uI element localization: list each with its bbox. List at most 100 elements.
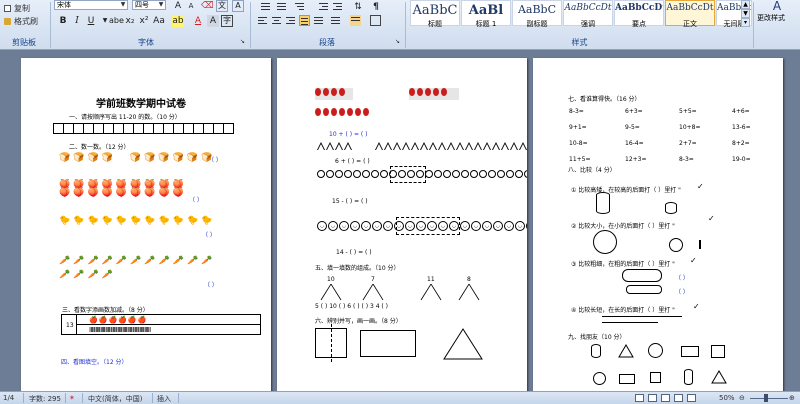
style-normal[interactable]: AaBbCcDt 正文 <box>665 0 715 28</box>
font-size-select[interactable]: 四号 ▼ <box>132 0 166 10</box>
calc-cell[interactable]: 8+2= <box>732 140 750 147</box>
dialog-launcher-icon[interactable]: ↘ <box>393 37 402 46</box>
calc-cell[interactable]: 8-3= <box>569 108 584 115</box>
calc-cell[interactable]: 2+7= <box>679 140 697 147</box>
strikethrough-icon[interactable]: abe <box>109 15 124 27</box>
zoom-level[interactable]: 50% <box>719 394 735 402</box>
answer-bracket[interactable]: （ ） <box>675 287 689 296</box>
full-screen-reading-icon[interactable] <box>648 394 657 402</box>
clear-format-icon[interactable]: ⌫ <box>201 0 214 12</box>
calc-cell[interactable]: 11+5= <box>569 156 591 163</box>
phonetic-guide-icon[interactable]: 文 <box>216 0 228 12</box>
calc-cell[interactable]: 9+1= <box>569 124 587 131</box>
question-4: 四、看图填空。（12 分） <box>61 359 128 366</box>
document-area[interactable]: 学前班数学期中试卷 一、请按顺序写出 11-20 的数。（10 分） 二、数一数… <box>0 50 800 391</box>
change-case-icon[interactable]: Aa <box>153 15 165 27</box>
multilevel-list-icon[interactable] <box>294 1 305 12</box>
grow-font-icon[interactable]: A <box>172 0 184 12</box>
font-color-icon[interactable]: A <box>192 15 204 27</box>
zoom-slider-thumb[interactable] <box>764 394 768 402</box>
format-painter-button[interactable]: 格式刷 <box>4 16 38 27</box>
answer-bracket[interactable]: （ ） <box>202 230 216 239</box>
calc-cell[interactable]: 19-0= <box>732 156 751 163</box>
increase-indent-icon[interactable] <box>332 1 343 12</box>
dialog-launcher-icon[interactable]: ↘ <box>238 37 247 46</box>
styles-scroll-up[interactable]: ▲ <box>741 0 750 9</box>
shrink-font-icon[interactable]: A <box>185 0 197 12</box>
style-subtitle[interactable]: AaBbC 副标题 <box>512 0 562 28</box>
rectangle-shape <box>681 346 699 357</box>
style-title[interactable]: AaBbC 标题 <box>410 0 460 28</box>
equation-row-3[interactable]: 15 - ( ) = ( ) <box>332 198 368 205</box>
show-marks-icon[interactable]: ¶ <box>370 1 382 13</box>
language-indicator[interactable]: 中文(简体，中国) <box>88 394 142 404</box>
justify-icon[interactable] <box>299 15 310 26</box>
align-left-icon[interactable] <box>257 15 268 26</box>
calc-cell[interactable]: 10+8= <box>679 124 701 131</box>
style-strong[interactable]: AaBbCcDt 要点 <box>614 0 664 28</box>
calc-cell[interactable]: 16-4= <box>625 140 644 147</box>
change-styles-icon[interactable]: A <box>770 0 784 12</box>
insert-mode[interactable]: 插入 <box>157 394 171 404</box>
equation-row-2[interactable]: 6 + ( ) = ( ) <box>335 158 370 165</box>
print-layout-icon[interactable] <box>635 394 644 402</box>
zoom-in-icon[interactable]: ⊕ <box>789 394 795 402</box>
highlight-icon[interactable]: ab <box>172 15 184 27</box>
bold-icon[interactable]: B <box>57 15 69 27</box>
styles-scroll-down[interactable]: ▼ <box>741 9 750 18</box>
page-1[interactable]: 学前班数学期中试卷 一、请按顺序写出 11-20 的数。（10 分） 二、数一数… <box>21 58 271 391</box>
align-center-icon[interactable] <box>271 15 282 26</box>
outline-view-icon[interactable] <box>674 394 683 402</box>
calc-cell[interactable]: 8-3= <box>679 156 694 163</box>
answer-bracket[interactable]: （ ） <box>208 155 222 164</box>
decrease-indent-icon[interactable] <box>318 1 329 12</box>
bullets-icon[interactable] <box>260 1 271 12</box>
equation-row-4[interactable]: 14 - ( ) = ( ) <box>336 249 372 256</box>
page-2[interactable]: 10 + ( ) = ( ) 6 + ( ) = ( ) 15 - ( ) = … <box>277 58 527 391</box>
page-3[interactable]: 七、看谁算得快。（16 分） 8-3= 6+3= 5+5= 4+6= 9+1= … <box>533 58 783 391</box>
italic-icon[interactable]: I <box>71 15 83 27</box>
answer-bracket[interactable]: （ ） <box>204 280 218 289</box>
calc-cell[interactable]: 6+3= <box>625 108 643 115</box>
calc-cell[interactable]: 4+6= <box>732 108 750 115</box>
equation-row-1[interactable]: 10 + ( ) = ( ) <box>329 131 368 138</box>
char-border-icon[interactable]: 字 <box>221 15 233 27</box>
underline-icon[interactable]: U <box>85 15 97 27</box>
line-spacing-icon[interactable] <box>330 15 341 26</box>
calc-cell[interactable]: 5+5= <box>679 108 697 115</box>
zoom-out-icon[interactable]: ⊖ <box>739 394 745 402</box>
answer-bracket[interactable]: （ ） <box>189 195 203 204</box>
styles-more[interactable]: ▾ <box>741 18 750 27</box>
draft-view-icon[interactable] <box>687 394 696 402</box>
numbering-icon[interactable] <box>276 1 287 12</box>
font-family-select[interactable]: 宋体 ▼ <box>54 0 128 10</box>
proofing-icon[interactable]: ✶ <box>69 394 75 402</box>
answer-bracket[interactable]: （ ） <box>675 273 689 282</box>
calc-cell[interactable]: 13-6= <box>732 124 751 131</box>
subscript-icon[interactable]: x₂ <box>124 15 136 27</box>
superscript-icon[interactable]: x² <box>138 15 150 27</box>
char-shading-icon[interactable]: A <box>207 15 219 27</box>
style-sample: AaBbCcDt <box>564 3 612 13</box>
zoom-slider[interactable] <box>750 398 788 399</box>
distributed-icon[interactable] <box>313 15 324 26</box>
tree-leaves[interactable]: 5 ( ) 10 ( ) 6 ( ) ( ) 3 4 ( ) <box>315 303 388 310</box>
style-emphasis[interactable]: AaBbCcDt 强调 <box>563 0 613 28</box>
format-painter-label: 格式刷 <box>14 17 38 26</box>
page-indicator[interactable]: 1/4 <box>3 394 14 402</box>
shading-icon[interactable] <box>350 15 361 26</box>
borders-icon[interactable] <box>370 15 381 26</box>
align-right-icon[interactable] <box>285 15 296 26</box>
question-8: 八、比较（4 分） <box>568 167 616 174</box>
copy-button[interactable]: 复制 <box>4 3 30 14</box>
answer-boxes[interactable] <box>53 123 234 134</box>
calc-cell[interactable]: 10-8= <box>569 140 588 147</box>
change-styles-button[interactable]: 更改样式 <box>757 13 785 23</box>
calc-cell[interactable]: 9-5= <box>625 124 640 131</box>
calc-cell[interactable]: 12+3= <box>625 156 647 163</box>
web-layout-icon[interactable] <box>661 394 670 402</box>
word-count[interactable]: 字数: 295 <box>29 394 61 404</box>
sort-icon[interactable]: ⇅ <box>352 1 364 13</box>
enclose-char-icon[interactable]: A <box>232 0 244 12</box>
style-heading1[interactable]: AaBl 标题 1 <box>461 0 511 28</box>
